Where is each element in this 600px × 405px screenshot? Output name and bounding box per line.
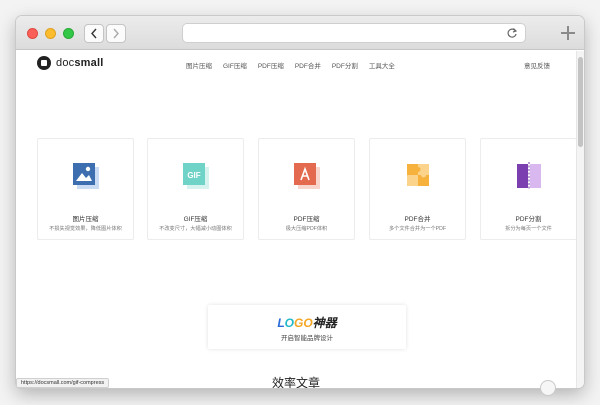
back-button[interactable] <box>84 24 104 43</box>
gif-icon: GIF <box>183 163 209 189</box>
reload-button[interactable] <box>506 26 518 44</box>
tool-card-desc: 拆分为每页一个文件 <box>505 226 552 232</box>
tool-card-title: PDF压缩 <box>293 216 320 223</box>
title-bar <box>16 16 584 50</box>
screen: docsmall 图片压缩 GIF压缩 PDF压缩 PDF合并 PDF分割 工具… <box>0 0 600 405</box>
tool-card-title: GIF压缩 <box>183 216 208 223</box>
nav-item-all-tools[interactable]: 工具大全 <box>369 60 395 70</box>
nav-item-pdf-merge[interactable]: PDF合并 <box>295 60 321 70</box>
tool-card-desc: 多个文件合并为一个PDF <box>388 226 447 232</box>
tool-card-pdf-split[interactable]: PDF分割 拆分为每页一个文件 <box>480 138 576 240</box>
feedback-link[interactable]: 意见反馈 <box>524 60 550 70</box>
watermark-icon <box>540 380 556 396</box>
scroll-thumb[interactable] <box>578 57 583 147</box>
nav-item-image-compress[interactable]: 图片压缩 <box>186 60 212 70</box>
image-icon <box>73 163 99 189</box>
promo-tagline: 开启智能品牌设计 <box>281 335 333 342</box>
nav-item-pdf-split[interactable]: PDF分割 <box>332 60 358 70</box>
chevron-left-icon <box>91 28 97 39</box>
new-tab-button[interactable] <box>561 26 575 40</box>
browser-window: docsmall 图片压缩 GIF压缩 PDF压缩 PDF合并 PDF分割 工具… <box>16 16 584 388</box>
pdf-icon <box>294 163 320 189</box>
vertical-scrollbar[interactable] <box>576 51 584 388</box>
nav-item-pdf-compress[interactable]: PDF压缩 <box>258 60 284 70</box>
tool-card-desc: 不改变尺寸，大幅减小动图体积 <box>159 226 232 232</box>
puzzle-icon <box>407 164 429 186</box>
logo-text: docsmall <box>56 57 104 69</box>
forward-button[interactable] <box>106 24 126 43</box>
tool-card-gif-compress[interactable]: GIF GIF压缩 不改变尺寸，大幅减小动图体积 <box>147 138 244 240</box>
tool-card-pdf-compress[interactable]: PDF压缩 极大压缩PDF体积 <box>258 138 355 240</box>
tool-card-title: PDF分割 <box>515 216 542 223</box>
tool-card-title: PDF合并 <box>404 216 431 223</box>
close-window-button[interactable] <box>27 28 38 39</box>
svg-text:GIF: GIF <box>187 171 200 180</box>
site-logo[interactable]: docsmall <box>37 56 103 70</box>
chevron-right-icon <box>113 28 119 39</box>
reload-icon <box>507 28 518 38</box>
address-bar[interactable] <box>182 23 526 43</box>
status-bar-url: https://docsmall.com/gif-compress <box>16 378 110 388</box>
logo-mark-icon <box>37 56 51 70</box>
nav-item-gif-compress[interactable]: GIF压缩 <box>223 60 247 70</box>
tool-card-desc: 极大压缩PDF体积 <box>285 226 328 232</box>
zoom-window-button[interactable] <box>63 28 74 39</box>
watermark <box>540 380 556 396</box>
tool-card-pdf-merge[interactable]: PDF合并 多个文件合并为一个PDF <box>369 138 466 240</box>
tool-card-image-compress[interactable]: 图片压缩 不损失视觉效果，降低图片体积 <box>37 138 134 240</box>
minimize-window-button[interactable] <box>45 28 56 39</box>
promo-logo: LOGO神器 <box>277 316 337 330</box>
tool-card-desc: 不损失视觉效果，降低图片体积 <box>49 226 122 232</box>
tool-card-title: 图片压缩 <box>72 216 99 223</box>
split-icon <box>517 162 541 190</box>
web-page: docsmall 图片压缩 GIF压缩 PDF压缩 PDF合并 PDF分割 工具… <box>16 51 576 388</box>
main-nav: 图片压缩 GIF压缩 PDF压缩 PDF合并 PDF分割 工具大全 <box>186 60 406 70</box>
logo-maker-banner[interactable]: LOGO神器 开启智能品牌设计 <box>208 305 406 349</box>
